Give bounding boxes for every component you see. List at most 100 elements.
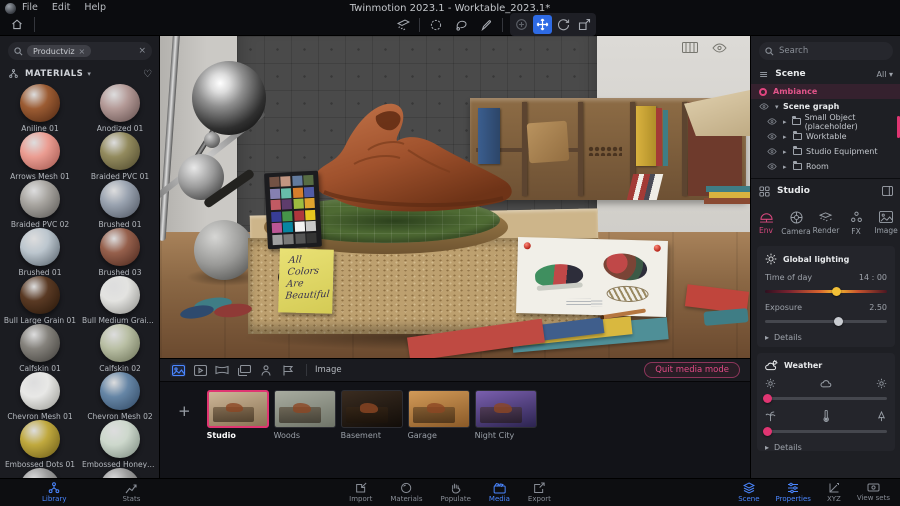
material-tile[interactable] xyxy=(82,468,158,478)
tab-image[interactable]: Image xyxy=(871,204,900,242)
sticky-note[interactable]: All Colors Are Beautiful xyxy=(278,248,334,313)
dock-populate[interactable]: Populate xyxy=(440,482,470,503)
visibility-eye-icon[interactable] xyxy=(712,43,727,53)
scene-tree-row[interactable]: ▸ Ambiance xyxy=(751,84,900,99)
scene-filter-dropdown[interactable]: All ▾ xyxy=(877,70,893,79)
dock-export[interactable]: Export xyxy=(528,482,551,503)
lighting-details-toggle[interactable]: ▸ Details xyxy=(757,326,895,342)
material-tile[interactable]: Brushed 03 xyxy=(82,228,158,276)
media-thumbnail[interactable]: Night City xyxy=(475,390,537,440)
weather-slider[interactable] xyxy=(765,394,887,403)
avatar-mode-icon[interactable] xyxy=(258,363,274,377)
dock-materials[interactable]: Materials xyxy=(390,482,422,503)
expand-caret-icon[interactable]: ▸ xyxy=(783,133,791,141)
material-tile[interactable]: Embossed Dots 01 xyxy=(2,420,78,468)
dock-scene[interactable]: Scene xyxy=(738,482,759,503)
material-tile[interactable]: Anodized 01 xyxy=(82,84,158,132)
material-tile[interactable] xyxy=(2,468,78,478)
expand-caret-icon[interactable]: ▸ xyxy=(783,118,790,126)
dock-media[interactable]: Media xyxy=(489,482,510,503)
dock-import[interactable]: Import xyxy=(349,482,372,503)
visibility-eye-icon[interactable] xyxy=(767,118,777,125)
hierarchy-icon[interactable] xyxy=(8,69,19,80)
material-tile[interactable]: Embossed Honeycomb... xyxy=(82,420,158,468)
visibility-eye-icon[interactable] xyxy=(759,103,769,110)
menu-help[interactable]: Help xyxy=(84,2,106,13)
material-tile[interactable]: Aniline 01 xyxy=(2,84,78,132)
slider-track[interactable] xyxy=(765,430,887,433)
marquee-select-icon[interactable] xyxy=(427,16,445,34)
color-checker-card[interactable] xyxy=(264,171,322,250)
remove-tag-icon[interactable]: × xyxy=(79,47,86,56)
dock-stats[interactable]: Stats xyxy=(122,482,140,503)
slider-track[interactable] xyxy=(765,397,887,400)
time-of-day-slider[interactable] xyxy=(765,287,887,296)
expand-caret-icon[interactable]: ▸ xyxy=(783,163,791,171)
presentation-mode-icon[interactable] xyxy=(236,363,252,377)
visibility-eye-icon[interactable] xyxy=(767,148,777,155)
expand-caret-icon[interactable]: ▾ xyxy=(775,103,783,111)
search-tag-chip[interactable]: Productviz × xyxy=(27,45,91,57)
material-tile[interactable]: Brushed 01 xyxy=(82,180,158,228)
visibility-eye-icon[interactable] xyxy=(767,163,777,170)
material-tile[interactable]: Chevron Mesh 01 xyxy=(2,372,78,420)
scene-tree-row[interactable]: ▸ Small Object (placeholder) xyxy=(751,114,900,129)
slider-handle[interactable] xyxy=(834,317,843,326)
matte-sphere[interactable] xyxy=(194,220,254,280)
select-gizmo-icon[interactable] xyxy=(512,15,531,34)
material-tile[interactable]: Calfskin 02 xyxy=(82,324,158,372)
lasso-select-icon[interactable] xyxy=(452,16,470,34)
quit-media-mode-button[interactable]: Quit media mode xyxy=(644,362,740,378)
slider-track[interactable] xyxy=(765,290,887,293)
rotate-tool-icon[interactable] xyxy=(554,15,573,34)
eyedropper-icon[interactable] xyxy=(477,16,495,34)
media-thumbnail[interactable]: Basement xyxy=(341,390,403,440)
material-tile[interactable]: Braided PVC 02 xyxy=(2,180,78,228)
material-tile[interactable]: Braided PVC 01 xyxy=(82,132,158,180)
menu-edit[interactable]: Edit xyxy=(52,2,70,13)
dock-library[interactable]: Library xyxy=(42,482,66,503)
slider-handle[interactable] xyxy=(832,287,841,296)
scene-search-input[interactable]: Search xyxy=(759,42,893,60)
slider-track[interactable] xyxy=(765,320,887,323)
visibility-eye-icon[interactable] xyxy=(767,133,777,140)
hamburger-icon[interactable]: ≡ xyxy=(759,68,768,81)
tab-camera[interactable]: Camera xyxy=(781,204,811,242)
dock-properties[interactable]: Properties xyxy=(776,482,811,503)
scene-tree-row[interactable]: ▸ Studio Equipment xyxy=(751,144,900,159)
add-media-button[interactable]: + xyxy=(178,402,191,420)
season-slider[interactable] xyxy=(765,427,887,436)
material-tile[interactable]: Calfskin 01 xyxy=(2,324,78,372)
weather-details-toggle[interactable]: ▸ Details xyxy=(757,436,895,452)
leather-shoe[interactable] xyxy=(308,94,512,224)
tab-render[interactable]: Render xyxy=(811,204,841,242)
viewport-3d[interactable]: All Colors Are Beautiful xyxy=(160,36,750,358)
material-tile[interactable]: Brushed 01 xyxy=(2,228,78,276)
slider-handle[interactable] xyxy=(763,427,772,436)
exposure-slider[interactable] xyxy=(765,317,887,326)
scale-tool-icon[interactable] xyxy=(575,15,594,34)
material-tile[interactable]: Bull Large Grain 01 xyxy=(2,276,78,324)
tab-env[interactable]: Env xyxy=(751,204,781,242)
slider-handle[interactable] xyxy=(763,394,772,403)
home-button[interactable] xyxy=(7,16,27,33)
image-mode-icon[interactable] xyxy=(170,363,186,377)
material-tile[interactable]: Bull Medium Grain 01 xyxy=(82,276,158,324)
favorites-heart-icon[interactable]: ♡ xyxy=(143,69,152,80)
chrome-ball[interactable] xyxy=(192,61,266,135)
phasing-mode-icon[interactable] xyxy=(280,363,296,377)
media-thumbnail[interactable]: Woods xyxy=(274,390,336,440)
media-thumbnail[interactable]: Studio xyxy=(207,390,269,440)
media-thumbnail[interactable]: Garage xyxy=(408,390,470,440)
material-tile[interactable]: Chevron Mesh 02 xyxy=(82,372,158,420)
expand-caret-icon[interactable]: ▸ xyxy=(783,148,791,156)
panorama-mode-icon[interactable] xyxy=(214,363,230,377)
materials-dropdown-icon[interactable]: ▾ xyxy=(87,70,91,78)
dock-view-sets[interactable]: View sets xyxy=(857,482,890,503)
wood-plank[interactable] xyxy=(527,121,570,164)
thumbnail-grid-icon[interactable] xyxy=(682,42,698,53)
tab-fx[interactable]: FX xyxy=(841,204,871,242)
menu-file[interactable]: File xyxy=(22,2,38,13)
sketch-paper[interactable] xyxy=(516,237,668,317)
panel-toggle-icon[interactable] xyxy=(882,186,893,196)
